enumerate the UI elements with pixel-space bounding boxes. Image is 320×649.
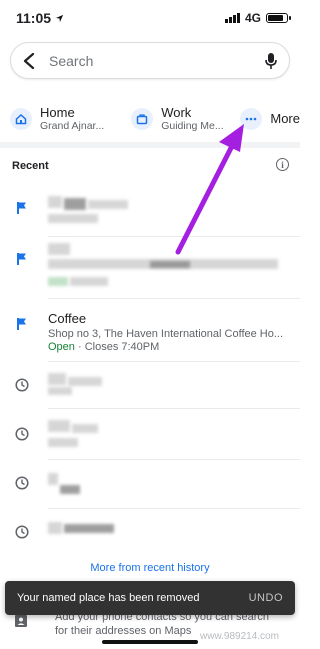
recent-heading: Recent (12, 160, 49, 172)
closing-time: · Closes 7:40PM (77, 341, 160, 353)
clock-icon (12, 375, 32, 395)
shortcut-work-title: Work (161, 104, 192, 120)
clock-icon (12, 424, 32, 444)
row-divider (48, 459, 300, 460)
contact-card-icon (15, 615, 27, 627)
recent-item[interactable] (0, 186, 300, 237)
place-address: Shop no 3, The Haven International Coffe… (48, 328, 284, 340)
undo-button[interactable]: UNDO (249, 592, 283, 604)
open-status: Open (48, 341, 75, 353)
snackbar: Your named place has been removed UNDO (5, 581, 295, 615)
info-icon[interactable]: i (276, 158, 289, 171)
history-item[interactable] (0, 461, 300, 509)
clock-text: 11:05 (16, 10, 52, 26)
more-recent-history-link[interactable]: More from recent history (0, 562, 300, 574)
signal-icon (224, 13, 240, 23)
status-bar: 11:05 4G (0, 0, 300, 36)
place-name: Coffee (48, 311, 87, 326)
home-icon (10, 108, 32, 130)
network-label: 4G (244, 11, 261, 25)
clock-icon (12, 473, 32, 493)
shortcut-home-title: Home (40, 104, 75, 120)
shortcut-home-subtitle: Grand Ajnar... (40, 120, 105, 133)
status-indicators: 4G (224, 11, 291, 25)
briefcase-icon (131, 108, 154, 130)
row-divider (48, 408, 300, 409)
section-divider (0, 142, 300, 148)
row-divider (48, 361, 300, 362)
history-item[interactable] (0, 410, 300, 460)
search-bar[interactable] (10, 42, 290, 79)
history-item[interactable] (0, 510, 300, 554)
status-time: 11:05 (16, 10, 64, 26)
clock-icon (12, 522, 32, 542)
row-divider (48, 298, 300, 299)
flag-icon (12, 314, 32, 334)
row-divider (48, 508, 300, 509)
search-input[interactable] (47, 52, 253, 69)
shortcut-home[interactable]: Home Grand Ajnar... (0, 104, 117, 133)
shortcut-more-title: More (270, 110, 300, 126)
place-shortcuts: Home Grand Ajnar... Work Guiding Me... M… (0, 96, 300, 142)
shortcut-work[interactable]: Work Guiding Me... (117, 104, 238, 133)
microphone-icon[interactable] (253, 52, 289, 70)
recent-item[interactable] (0, 237, 300, 299)
history-item[interactable] (0, 363, 300, 409)
shortcut-work-subtitle: Guiding Me... (161, 120, 224, 133)
snackbar-message: Your named place has been removed (17, 592, 200, 604)
place-hours: Open · Closes 7:40PM (48, 341, 159, 353)
location-arrow-icon (55, 14, 64, 22)
more-horiz-icon (240, 108, 263, 130)
flag-icon (12, 249, 32, 269)
battery-level (268, 15, 283, 21)
back-arrow-icon[interactable] (11, 52, 47, 69)
flag-icon (12, 198, 32, 218)
home-indicator[interactable] (102, 640, 198, 644)
shortcut-more[interactable]: More (238, 108, 300, 130)
battery-icon (266, 13, 291, 23)
watermark: www.989214.com (200, 631, 279, 642)
